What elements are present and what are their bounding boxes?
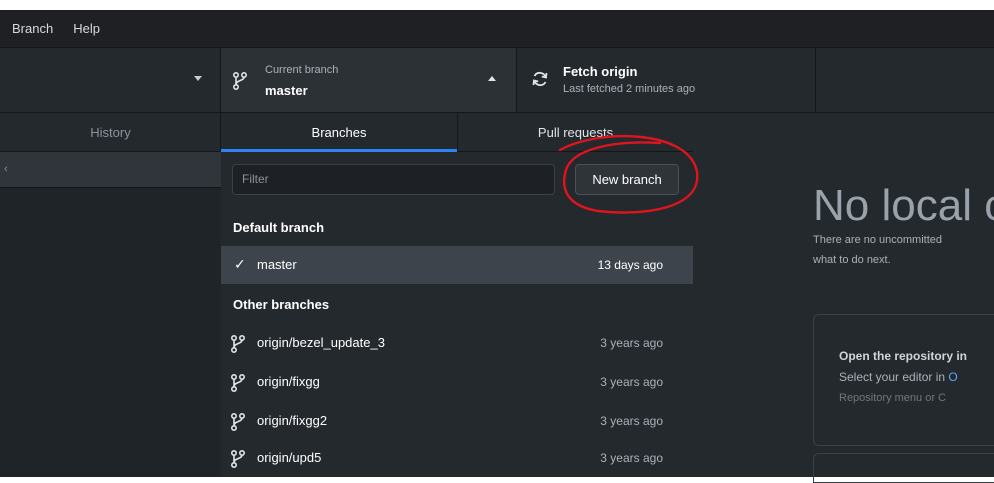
no-changes-heading: No local ch (813, 181, 994, 230)
next-suggestion-card (813, 453, 994, 483)
branch-name: origin/fixgg2 (257, 413, 328, 428)
chevron-down-icon (194, 76, 202, 81)
open-in-editor-hint: Repository menu or C (839, 392, 946, 404)
fetch-origin-button[interactable]: Fetch origin Last fetched 2 minutes ago (517, 48, 816, 112)
branch-time: 3 years ago (600, 375, 663, 389)
branch-time: 3 years ago (600, 336, 663, 350)
tab-pull-requests-label: Pull requests (537, 125, 614, 140)
no-changes-text-line2: what to do next. (813, 254, 891, 266)
chevron-up-icon (488, 76, 496, 81)
git-branch-icon (231, 450, 245, 468)
git-branch-icon (231, 413, 245, 431)
repository-selector[interactable] (0, 48, 221, 112)
no-changes-text-line1: There are no uncommitted (813, 234, 943, 246)
current-branch-caption: Current branch (265, 64, 339, 76)
check-icon: ✓ (234, 256, 246, 272)
branch-name: master (257, 257, 297, 272)
branch-row[interactable]: origin/fixgg 3 years ago (221, 363, 693, 401)
menu-help[interactable]: Help (73, 21, 100, 36)
branch-row[interactable]: origin/fixgg2 3 years ago (221, 402, 693, 440)
changes-list (0, 188, 221, 477)
tab-history[interactable]: History (0, 113, 221, 152)
git-branch-icon (231, 335, 245, 353)
current-branch-value: master (265, 83, 308, 98)
tab-branches-label: Branches (311, 125, 367, 140)
app-window: Branch Help Current branch master Fetch … (0, 0, 994, 483)
default-branch-heading: Default branch (233, 219, 325, 235)
changes-header-row[interactable]: ‹ (0, 152, 221, 188)
menu-branch[interactable]: Branch (12, 21, 53, 36)
sync-icon (532, 71, 548, 87)
tab-pull-requests[interactable]: Pull requests (457, 113, 693, 152)
left-panel: History ‹ (0, 113, 221, 477)
git-branch-icon (231, 374, 245, 392)
fetch-origin-subtitle: Last fetched 2 minutes ago (563, 83, 696, 95)
options-link[interactable]: O (948, 370, 957, 384)
other-branches-heading: Other branches (233, 296, 330, 312)
menu-bar: Branch Help (0, 10, 994, 47)
active-tab-indicator (221, 149, 457, 152)
open-in-editor-title: Open the repository in (839, 349, 968, 363)
open-in-editor-card: Open the repository in Select your edito… (813, 314, 994, 446)
branch-time: 3 years ago (600, 451, 663, 465)
branches-tabs: Branches Pull requests (221, 113, 693, 152)
changes-view: No local ch There are no uncommitted wha… (693, 113, 994, 483)
new-branch-button[interactable]: New branch (575, 164, 679, 195)
git-branch-icon (233, 72, 247, 90)
branch-time: 13 days ago (597, 258, 663, 272)
branch-name: origin/bezel_update_3 (257, 335, 385, 350)
branch-name: origin/upd5 (257, 450, 322, 465)
branch-row[interactable]: origin/bezel_update_3 3 years ago (221, 324, 693, 362)
branch-row[interactable]: origin/upd5 3 years ago (221, 439, 693, 477)
branch-time: 3 years ago (600, 414, 663, 428)
tab-branches[interactable]: Branches (221, 113, 457, 152)
branch-name: origin/fixgg (257, 374, 320, 389)
open-in-editor-description: Select your editor in O (839, 370, 958, 384)
editor-setting-text: Select your editor in (839, 370, 949, 384)
branches-dropdown: Branches Pull requests Filter New branch… (221, 113, 693, 477)
toolbar: Current branch master Fetch origin Last … (0, 47, 994, 113)
current-branch-selector[interactable]: Current branch master (221, 48, 517, 112)
branch-filter-input[interactable]: Filter (232, 164, 555, 195)
branch-row-master[interactable]: ✓ master 13 days ago (221, 246, 693, 284)
chevron-left-icon: ‹ (4, 163, 8, 175)
fetch-origin-title: Fetch origin (563, 64, 638, 79)
